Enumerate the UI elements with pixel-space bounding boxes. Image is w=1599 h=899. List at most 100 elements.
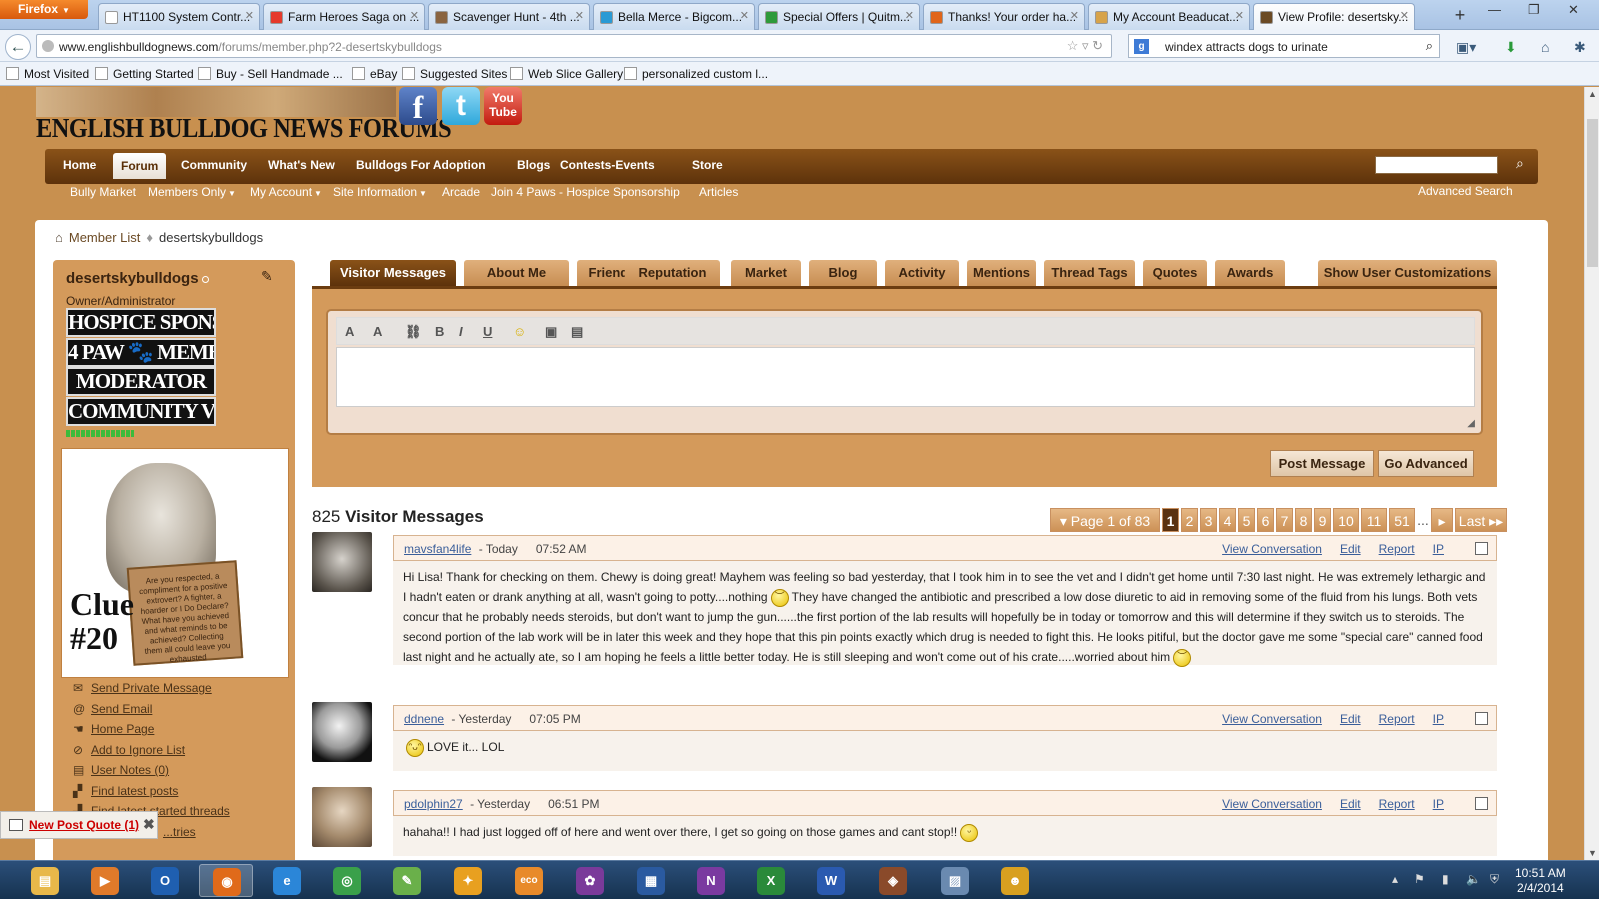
taskbar-internet-explorer[interactable]: e [260, 864, 314, 897]
nav-home[interactable]: Home [63, 158, 96, 172]
firefox-menu-button[interactable]: Firefox ▼ [0, 0, 88, 19]
taskbar-onenote[interactable]: N [684, 864, 738, 897]
link-icon[interactable]: ⛓ [405, 324, 422, 340]
twitter-icon[interactable]: t [442, 87, 480, 125]
maximize-icon[interactable]: ❐ [1528, 2, 1540, 18]
bookmark-item[interactable]: personalized custom l... [624, 67, 768, 81]
message-action-report[interactable]: Report [1379, 712, 1415, 726]
page-5[interactable]: 5 [1238, 508, 1255, 532]
font-color-icon[interactable]: A [373, 324, 382, 339]
message-action-edit[interactable]: Edit [1340, 797, 1361, 811]
page-1[interactable]: 1 [1162, 508, 1179, 532]
sidebar-link-add-to-ignore-list[interactable]: ⊘ Add to Ignore List [73, 743, 185, 757]
sidebar-link-send-private-message[interactable]: ✉ Send Private Message [73, 681, 212, 695]
sidebar-link-user-notes-0-[interactable]: ▤ User Notes (0) [73, 763, 169, 777]
home-icon[interactable]: ⌂ [1541, 39, 1549, 55]
breadcrumb-member-list[interactable]: Member List [69, 230, 141, 245]
subnav-join-4-paws-hospice-sponsorship[interactable]: Join 4 Paws - Hospice Sponsorship [491, 185, 680, 199]
message-avatar[interactable] [312, 702, 372, 762]
bookmark-item[interactable]: eBay [352, 67, 397, 81]
minimize-icon[interactable]: — [1488, 2, 1501, 17]
message-avatar[interactable] [312, 532, 372, 592]
nav-store[interactable]: Store [692, 158, 723, 172]
sidebar-link-partial[interactable]: ...tries [163, 825, 196, 839]
subnav-site-information[interactable]: Site Information ▼ [333, 185, 427, 199]
page-51[interactable]: 51 [1389, 508, 1415, 532]
show-customizations-button[interactable]: Show User Customizations [1318, 260, 1497, 286]
tray-security-icon[interactable]: ⛨ [1490, 872, 1499, 887]
tab-close-icon[interactable]: ✕ [1070, 9, 1079, 22]
scrollbar-thumb[interactable] [1587, 119, 1598, 267]
taskbar-app-photos[interactable]: ▨ [928, 864, 982, 897]
tab-close-icon[interactable]: ✕ [1235, 9, 1244, 22]
bookmark-item[interactable]: Buy - Sell Handmade ... [198, 67, 343, 81]
smiley-icon[interactable]: ☺ [513, 324, 526, 339]
browser-tab[interactable]: Special Offers | Quitm... ✕ [758, 3, 920, 30]
browser-tab[interactable]: Bella Merce - Bigcom... ✕ [593, 3, 755, 30]
subnav-articles[interactable]: Articles [699, 185, 738, 199]
tray-overflow-icon[interactable]: ▴ [1392, 872, 1398, 886]
youtube-icon[interactable]: You Tube [484, 87, 522, 125]
font-size-icon[interactable]: A [345, 324, 354, 339]
taskbar-app-candy[interactable]: ◈ [866, 864, 920, 897]
page-11[interactable]: 11 [1361, 508, 1387, 532]
bookmark-item[interactable]: Most Visited [6, 67, 89, 81]
browser-tab[interactable]: Thanks! Your order ha... ✕ [923, 3, 1085, 30]
sidebar-link-find-latest-posts[interactable]: ▞ Find latest posts [73, 784, 178, 798]
go-advanced-button[interactable]: Go Advanced [1378, 450, 1474, 477]
message-action-view-conversation[interactable]: View Conversation [1222, 712, 1322, 726]
advanced-search-link[interactable]: Advanced Search [1418, 184, 1513, 198]
last-page-link[interactable]: Last ▸▸ [1455, 508, 1507, 532]
message-action-view-conversation[interactable]: View Conversation [1222, 797, 1322, 811]
page-3[interactable]: 3 [1200, 508, 1217, 532]
url-bar[interactable]: www.englishbulldognews.com/forums/member… [36, 34, 1112, 58]
next-page-icon[interactable]: ▸ [1431, 508, 1453, 532]
scroll-down-icon[interactable]: ▼ [1588, 848, 1597, 858]
back-button[interactable]: ← [5, 34, 31, 60]
download-icon[interactable]: ⬇ [1505, 39, 1517, 56]
bold-icon[interactable]: B [435, 324, 444, 339]
subnav-members-only[interactable]: Members Only ▼ [148, 185, 236, 199]
page-2[interactable]: 2 [1181, 508, 1198, 532]
tray-volume-icon[interactable]: 🔈 [1466, 872, 1481, 886]
pagination-label[interactable]: ▾ Page 1 of 83 [1050, 508, 1160, 532]
google-icon[interactable]: g [1134, 39, 1149, 54]
subnav-my-account[interactable]: My Account ▼ [250, 185, 322, 199]
taskbar-excel[interactable]: X [744, 864, 798, 897]
browser-tab[interactable]: HT1100 System Contr... ✕ [98, 3, 260, 30]
message-select-checkbox[interactable] [1475, 797, 1488, 810]
message-select-checkbox[interactable] [1475, 542, 1488, 555]
tab-reputation[interactable]: Reputation [625, 260, 720, 286]
tab-close-icon[interactable]: ✕ [245, 9, 254, 22]
facebook-icon[interactable]: f [399, 87, 437, 125]
tab-close-icon[interactable]: ✕ [905, 9, 914, 22]
site-search-input[interactable] [1375, 156, 1498, 174]
browser-search-input[interactable]: g windex attracts dogs to urinate ⌕ [1128, 34, 1440, 58]
search-icon[interactable]: ⌕ [1426, 38, 1433, 54]
bookmarks-menu-icon[interactable]: ▣▾ [1456, 39, 1476, 56]
taskbar-explorer[interactable]: ▤ [18, 864, 72, 897]
tab-activity[interactable]: Activity [885, 260, 959, 286]
edit-pencil-icon[interactable]: ✎ [261, 268, 273, 285]
tab-awards[interactable]: Awards [1215, 260, 1285, 286]
taskbar-chrome[interactable]: ◎ [320, 864, 374, 897]
page-8[interactable]: 8 [1295, 508, 1312, 532]
quote-block-icon[interactable]: ▤ [571, 324, 583, 340]
tab-close-icon[interactable]: ✕ [575, 9, 584, 22]
new-post-quote-notice[interactable]: New Post Quote (1) ✖ [0, 811, 158, 839]
taskbar-app-green[interactable]: ✎ [380, 864, 434, 897]
tab-visitor-messages[interactable]: Visitor Messages [330, 260, 456, 286]
taskbar-app-orange[interactable]: ✦ [441, 864, 495, 897]
subnav-bully-market[interactable]: Bully Market [70, 185, 136, 199]
browser-tab[interactable]: Farm Heroes Saga on ... ✕ [263, 3, 425, 30]
page-6[interactable]: 6 [1257, 508, 1274, 532]
message-textarea[interactable] [336, 347, 1475, 407]
nav-contests-events[interactable]: Contests-Events [560, 158, 655, 172]
message-action-ip[interactable]: IP [1433, 797, 1444, 811]
subnav-arcade[interactable]: Arcade [442, 185, 480, 199]
bookmark-item[interactable]: Suggested Sites [402, 67, 507, 81]
bookmark-item[interactable]: Getting Started [95, 67, 194, 81]
message-author-link[interactable]: mavsfan4life [404, 542, 471, 556]
site-search-icon[interactable]: ⌕ [1516, 155, 1524, 172]
tab-about-me[interactable]: About Me [464, 260, 569, 286]
